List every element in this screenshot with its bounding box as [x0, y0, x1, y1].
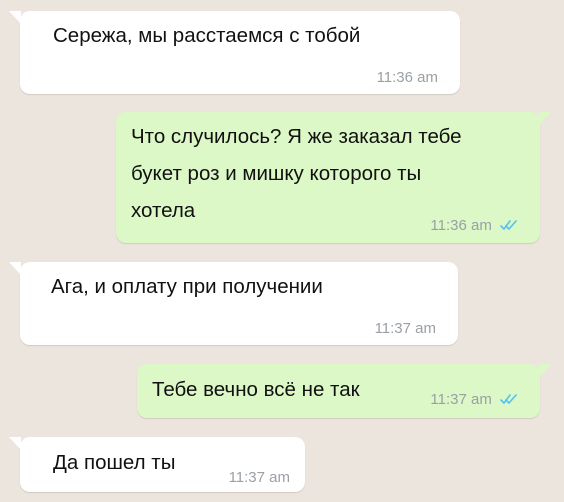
message-text: Да пошел ты [53, 451, 176, 474]
double-check-icon [500, 218, 518, 235]
message-time: 11:37 am [375, 320, 436, 337]
timestamp: 11:37 am [374, 320, 436, 337]
message-text: Сережа, мы расстаемся с тобой [53, 24, 361, 47]
chat-conversation: Сережа, мы расстаемся с тобой 11:36 am Ч… [0, 0, 564, 502]
timestamp: 11:37 am [228, 469, 290, 486]
message-incoming[interactable]: Ага, и оплату при получении 11:37 am [9, 262, 458, 345]
timestamp: 11:36 am [430, 217, 492, 235]
message-time: 11:36 am [377, 69, 438, 86]
message-outgoing[interactable]: Что случилось? Я же заказал тебе букет р… [116, 112, 551, 243]
bubble-tail [9, 262, 21, 275]
message-incoming[interactable]: Да пошел ты 11:37 am [9, 437, 305, 492]
bubble-tail [539, 112, 551, 125]
timestamp: 11:36 am [376, 69, 438, 86]
bubble-tail [539, 364, 551, 377]
bubble-tail [9, 11, 21, 24]
message-text: Ага, и оплату при получении [51, 275, 323, 298]
message-text: Тебе вечно всё не так [152, 378, 360, 401]
message-text: Что случилось? Я же заказал тебе букет р… [131, 125, 462, 222]
message-time: 11:37 am [430, 391, 518, 409]
double-check-icon [500, 392, 518, 409]
message-time: 11:37 am [229, 469, 290, 486]
message-incoming[interactable]: Сережа, мы расстаемся с тобой 11:36 am [9, 11, 460, 94]
message-outgoing[interactable]: Тебе вечно всё не так 11:37 am [137, 364, 551, 418]
timestamp: 11:37 am [430, 391, 492, 409]
message-time: 11:36 am [430, 217, 518, 235]
bubble-tail [9, 437, 21, 450]
